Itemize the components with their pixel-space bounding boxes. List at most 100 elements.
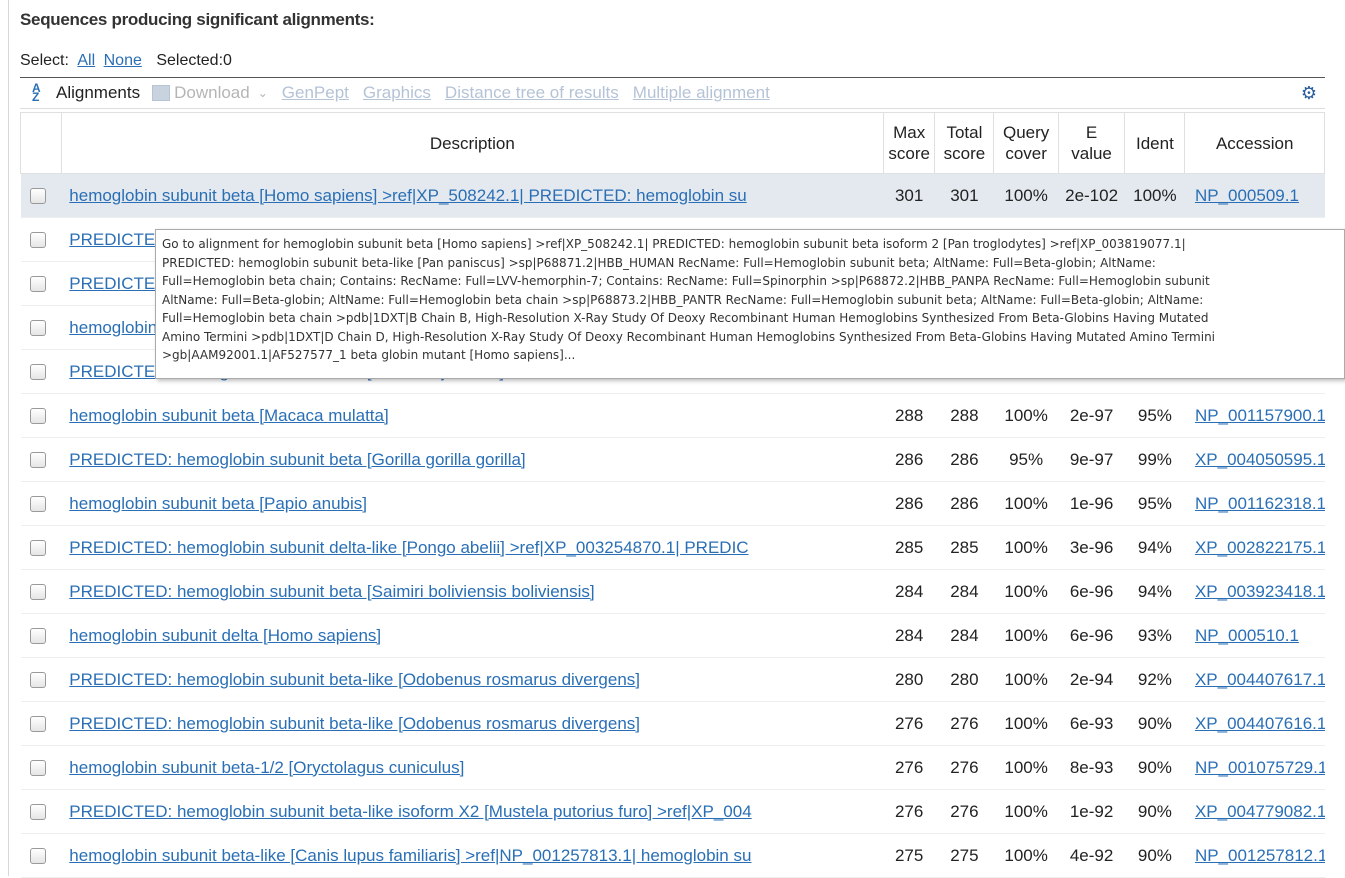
table-row[interactable]: PREDICTED: hemoglobin subunit beta [Gori… <box>20 437 1325 482</box>
row-checkbox[interactable] <box>29 760 46 777</box>
row-checkbox[interactable] <box>29 320 46 337</box>
identity: 92% <box>1124 657 1185 702</box>
table-row[interactable]: hemoglobin subunit beta [Macaca mulatta]… <box>20 393 1325 438</box>
e-value-header[interactable]: Evalue <box>1057 112 1126 174</box>
genpept-link[interactable]: GenPept <box>282 83 349 103</box>
max-score: 301 <box>883 173 935 218</box>
description-link[interactable]: PREDICTED: hemoglobin subunit beta [Saim… <box>69 582 594 601</box>
query-cover: 100% <box>993 481 1059 526</box>
accession-link[interactable]: XP_004407616.1 <box>1195 714 1325 733</box>
accession-link[interactable]: XP_002822175.1 <box>1195 538 1325 557</box>
description-link[interactable]: PREDICTED: hemoglobin subunit delta-like… <box>69 538 748 557</box>
accession-link[interactable]: NP_001257812.1 <box>1195 846 1325 865</box>
total-score: 301 <box>934 173 994 218</box>
identity: 94% <box>1124 525 1185 570</box>
description-link[interactable]: PREDICTED: hemoglobin subunit beta [Gori… <box>69 450 525 469</box>
description-header[interactable]: Description <box>60 112 884 174</box>
row-checkbox[interactable] <box>29 628 46 645</box>
accession-link[interactable]: NP_001162318.1 <box>1195 494 1325 513</box>
accession-link[interactable]: NP_000509.1 <box>1195 186 1299 205</box>
table-row[interactable]: hemoglobin subunit beta-1/2 [Oryctolagus… <box>20 745 1325 790</box>
multiple-alignment-link[interactable]: Multiple alignment <box>633 83 770 103</box>
row-checkbox[interactable] <box>29 584 46 601</box>
accession-link[interactable]: XP_004050595.1 <box>1195 450 1325 469</box>
download-button[interactable]: Download <box>174 83 250 103</box>
row-checkbox[interactable] <box>29 232 46 249</box>
e-value: 6e-93 <box>1058 701 1125 746</box>
description-link[interactable]: PREDICTED: hemoglobin subunit beta-like … <box>69 670 640 689</box>
row-checkbox[interactable] <box>29 276 46 293</box>
accession-link[interactable]: NP_001157900.1 <box>1195 406 1325 425</box>
select-all-link[interactable]: All <box>77 52 95 69</box>
table-row[interactable]: PREDICTED: hemoglobin subunit beta-like … <box>20 701 1325 746</box>
total-score-header[interactable]: Total score <box>934 112 995 174</box>
row-checkbox[interactable] <box>29 188 46 205</box>
select-none-link[interactable]: None <box>104 52 142 69</box>
e-value: 4e-92 <box>1058 833 1125 878</box>
row-checkbox[interactable] <box>29 848 46 865</box>
max-score-header[interactable]: Max score <box>882 112 936 174</box>
description-link[interactable]: hemoglobin subunit beta [Macaca mulatta] <box>69 406 388 425</box>
select-label: Select: <box>20 52 69 69</box>
description-link[interactable]: PREDICTED: hemoglobin subunit beta-like … <box>69 802 751 821</box>
description-link[interactable]: PREDICTED: hemoglobin subunit beta-like … <box>69 714 640 733</box>
table-row[interactable]: hemoglobin subunit beta [Papio anubis] 28… <box>20 481 1325 526</box>
alignments-link[interactable]: Alignments <box>56 83 140 103</box>
row-checkbox[interactable] <box>29 540 46 557</box>
query-cover: 95% <box>993 437 1059 482</box>
query-cover: 100% <box>993 657 1059 702</box>
description-cell: hemoglobin subunit beta-1/2 [Oryctolagus… <box>61 745 884 790</box>
checkbox-cell <box>20 745 62 790</box>
checkbox-cell <box>20 569 62 614</box>
accession-link[interactable]: XP_003923418.1 <box>1195 582 1325 601</box>
tooltip-line: Full=Hemoglobin beta chain; Contains: Re… <box>162 274 1210 288</box>
query-cover-header[interactable]: Query cover <box>993 112 1059 174</box>
description-link[interactable]: hemoglobin subunit beta [Homo sapiens] >… <box>69 186 746 205</box>
accession-cell: XP_004407616.1 <box>1184 701 1325 746</box>
gear-icon[interactable]: ⚙ <box>1301 83 1317 104</box>
description-link[interactable]: hemoglobin subunit beta-1/2 [Oryctolagus… <box>69 758 464 777</box>
checkbox-cell <box>20 437 62 482</box>
checkbox-cell <box>20 481 62 526</box>
row-checkbox[interactable] <box>29 408 46 425</box>
table-row[interactable]: hemoglobin subunit delta [Homo sapiens] 2… <box>20 613 1325 658</box>
row-checkbox[interactable] <box>29 716 46 733</box>
table-row[interactable]: hemoglobin subunit beta [Homo sapiens] >… <box>20 173 1325 218</box>
page-title: Sequences producing significant alignmen… <box>20 10 375 29</box>
accession-link[interactable]: XP_004407617.1 <box>1195 670 1325 689</box>
table-row[interactable]: hemoglobin subunit beta-like [Canis lupu… <box>20 833 1325 878</box>
row-checkbox[interactable] <box>29 364 46 381</box>
distance-tree-link[interactable]: Distance tree of results <box>445 83 619 103</box>
tooltip-line: AltName: Full=Beta-globin; AltName: Full… <box>162 292 1204 307</box>
table-row[interactable]: PREDICTED: hemoglobin subunit beta-like … <box>20 657 1325 702</box>
page-left-border <box>0 0 9 876</box>
description-link[interactable]: hemoglobin subunit beta [Papio anubis] <box>69 494 367 513</box>
total-score: 286 <box>934 481 994 526</box>
max-score: 276 <box>883 745 935 790</box>
identity: 90% <box>1124 701 1185 746</box>
description-link[interactable]: hemoglobin subunit beta-like [Canis lupu… <box>69 846 751 865</box>
results-toolbar: AZ Alignments Download ⌄ GenPept Graphic… <box>20 77 1325 109</box>
checkbox-cell <box>20 393 62 438</box>
row-checkbox[interactable] <box>29 452 46 469</box>
row-checkbox[interactable] <box>29 496 46 513</box>
ident-header[interactable]: Ident <box>1124 112 1186 174</box>
identity: 90% <box>1124 833 1185 878</box>
accession-header[interactable]: Accession <box>1184 112 1325 174</box>
row-checkbox[interactable] <box>29 672 46 689</box>
table-row[interactable]: PREDICTED: hemoglobin subunit beta-like … <box>20 789 1325 834</box>
table-row[interactable]: PREDICTED: hemoglobin subunit beta [Saim… <box>20 569 1325 614</box>
accession-link[interactable]: NP_001075729.1 <box>1195 758 1325 777</box>
description-link[interactable]: hemoglobin subunit delta [Homo sapiens] <box>69 626 381 645</box>
graphics-link[interactable]: Graphics <box>363 83 431 103</box>
tooltip-line: Full=Hemoglobin beta chain >pdb|1DXT|B C… <box>162 311 1209 325</box>
table-row[interactable]: PREDICTED: hemoglobin subunit delta-like… <box>20 525 1325 570</box>
sort-icon[interactable]: AZ <box>32 82 52 103</box>
row-checkbox[interactable] <box>29 804 46 821</box>
accession-link[interactable]: NP_000510.1 <box>1195 626 1299 645</box>
chevron-down-icon[interactable]: ⌄ <box>258 86 268 100</box>
accession-link[interactable]: XP_004779082.1 <box>1195 802 1325 821</box>
accession-cell: XP_004050595.1 <box>1184 437 1325 482</box>
accession-cell: NP_001162318.1 <box>1184 481 1325 526</box>
selected-count: Selected:0 <box>156 52 232 69</box>
